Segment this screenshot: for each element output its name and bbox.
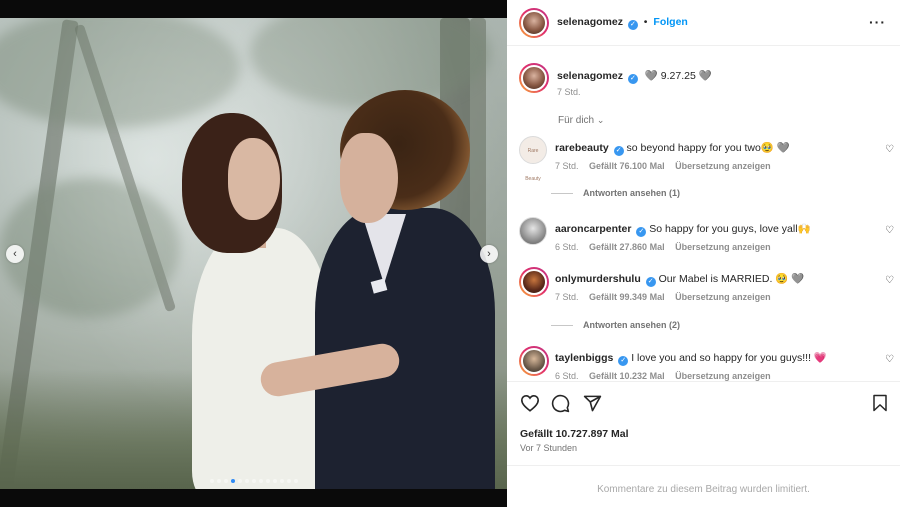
verified-badge-icon: ✓ bbox=[613, 146, 624, 156]
commenter-avatar[interactable] bbox=[519, 217, 547, 245]
comment-username[interactable]: onlymurdershulu bbox=[555, 273, 641, 285]
comment-likes[interactable]: Gefällt 99.349 Mal bbox=[589, 292, 665, 302]
verified-badge-icon: ✓ bbox=[645, 277, 656, 287]
comment-username[interactable]: taylenbiggs bbox=[555, 352, 613, 364]
comment-likes[interactable]: Gefällt 76.100 Mal bbox=[589, 161, 665, 171]
caption-text: 🩶 9.27.25 🩶 bbox=[644, 70, 712, 82]
commenter-avatar[interactable] bbox=[519, 346, 549, 376]
comments-filter-label: Für dich bbox=[558, 115, 595, 126]
share-icon[interactable] bbox=[583, 394, 602, 418]
comment-likes[interactable]: Gefällt 10.232 Mal bbox=[589, 371, 665, 381]
comment-text: I love you and so happy for you guys!!! … bbox=[631, 352, 827, 364]
comment-item: aaroncarpenter ✓ So happy for you guys, … bbox=[519, 217, 894, 257]
verified-badge-icon: ✓ bbox=[618, 356, 629, 366]
comment-item: Rare Beauty rarebeauty ✓ so beyond happy… bbox=[519, 136, 894, 182]
comment-like-heart-icon[interactable]: ♡ bbox=[885, 354, 894, 365]
comment-username[interactable]: rarebeauty bbox=[555, 142, 609, 154]
separator-dot: • bbox=[643, 16, 648, 28]
comment-likes[interactable]: Gefällt 27.860 Mal bbox=[589, 242, 665, 252]
comments-section: selenagomez ✓ 🩶 9.27.25 🩶 7 Std. Für dic… bbox=[507, 47, 900, 381]
caption-time: 7 Std. bbox=[557, 87, 581, 97]
view-replies-label: Antworten ansehen (2) bbox=[583, 320, 681, 330]
translate-link[interactable]: Übersetzung anzeigen bbox=[675, 371, 771, 381]
author-username[interactable]: selenagomez bbox=[557, 16, 623, 28]
carousel-next-button[interactable]: › bbox=[480, 245, 498, 263]
comment-time: 7 Std. bbox=[555, 292, 579, 302]
post-media: ‹ › bbox=[0, 0, 507, 507]
carousel-dot bbox=[244, 479, 249, 484]
caption-username[interactable]: selenagomez bbox=[557, 70, 623, 82]
carousel-prev-button[interactable]: ‹ bbox=[6, 245, 24, 263]
comment-time: 7 Std. bbox=[555, 161, 579, 171]
author-avatar[interactable] bbox=[519, 8, 549, 38]
post-panel: selenagomez ✓ • Folgen ··· selenagomez ✓… bbox=[507, 0, 900, 507]
chevron-left-icon: ‹ bbox=[13, 248, 17, 260]
comment-username[interactable]: aaroncarpenter bbox=[555, 223, 631, 235]
commenter-avatar[interactable]: Rare Beauty bbox=[519, 136, 547, 182]
comment-item: onlymurdershulu ✓ Our Mabel is MARRIED. … bbox=[519, 267, 894, 307]
verified-badge-icon: ✓ bbox=[636, 227, 647, 237]
carousel-dot bbox=[209, 479, 214, 484]
verified-badge-icon: ✓ bbox=[627, 20, 638, 30]
verified-badge-icon: ✓ bbox=[627, 74, 638, 84]
translate-link[interactable]: Übersetzung anzeigen bbox=[675, 242, 771, 252]
post-photo bbox=[0, 18, 507, 489]
caption-avatar[interactable] bbox=[519, 63, 549, 93]
rarebeauty-logo: Rare Beauty bbox=[519, 136, 547, 182]
translate-link[interactable]: Übersetzung anzeigen bbox=[675, 292, 771, 302]
comments-filter-dropdown[interactable]: Für dich ⌄ bbox=[558, 115, 604, 126]
carousel-dot bbox=[216, 479, 221, 484]
comment-like-heart-icon[interactable]: ♡ bbox=[885, 144, 894, 155]
post-actions: Gefällt 10.727.897 Mal Vor 7 Stunden bbox=[507, 381, 900, 465]
post-timestamp: Vor 7 Stunden bbox=[520, 443, 578, 453]
comment-time: 6 Std. bbox=[555, 242, 579, 252]
translate-link[interactable]: Übersetzung anzeigen bbox=[675, 161, 771, 171]
heart-icon[interactable] bbox=[520, 394, 540, 417]
follow-button[interactable]: Folgen bbox=[653, 16, 687, 28]
chevron-down-icon: ⌄ bbox=[596, 115, 605, 125]
carousel-dot bbox=[265, 479, 270, 484]
comment-like-heart-icon[interactable]: ♡ bbox=[885, 225, 894, 236]
view-replies-label: Antworten ansehen (1) bbox=[583, 188, 681, 198]
carousel-dot bbox=[279, 479, 284, 484]
carousel-dot bbox=[272, 479, 277, 484]
carousel-dot bbox=[230, 479, 235, 484]
comment-text: so beyond happy for you two🥹 🩶 bbox=[626, 142, 790, 154]
comment-like-heart-icon[interactable]: ♡ bbox=[885, 275, 894, 286]
carousel-dot bbox=[258, 479, 263, 484]
comment-item: taylenbiggs ✓ I love you and so happy fo… bbox=[519, 346, 894, 381]
comment-text: Our Mabel is MARRIED. 🥹 🩶 bbox=[658, 273, 805, 285]
view-replies-button[interactable]: Antworten ansehen (1) bbox=[551, 188, 680, 198]
commenter-avatar[interactable] bbox=[519, 267, 549, 297]
carousel-dots bbox=[0, 475, 507, 487]
post-likes-count[interactable]: Gefällt 10.727.897 Mal bbox=[520, 428, 629, 440]
chevron-right-icon: › bbox=[487, 248, 491, 260]
post-header: selenagomez ✓ • Folgen ··· bbox=[507, 0, 900, 46]
bookmark-icon[interactable] bbox=[872, 394, 888, 417]
comment-icon[interactable] bbox=[551, 394, 570, 418]
carousel-dot bbox=[237, 479, 242, 484]
carousel-dot bbox=[251, 479, 256, 484]
comment-text: So happy for you guys, love yall🙌 bbox=[649, 223, 811, 235]
carousel-dot bbox=[293, 479, 298, 484]
more-options-icon[interactable]: ··· bbox=[869, 14, 886, 30]
view-replies-button[interactable]: Antworten ansehen (2) bbox=[551, 320, 680, 330]
carousel-dot bbox=[286, 479, 291, 484]
comments-limited-notice: Kommentare zu diesem Beitrag wurden limi… bbox=[507, 465, 900, 507]
carousel-dot bbox=[223, 479, 228, 484]
comment-time: 6 Std. bbox=[555, 371, 579, 381]
